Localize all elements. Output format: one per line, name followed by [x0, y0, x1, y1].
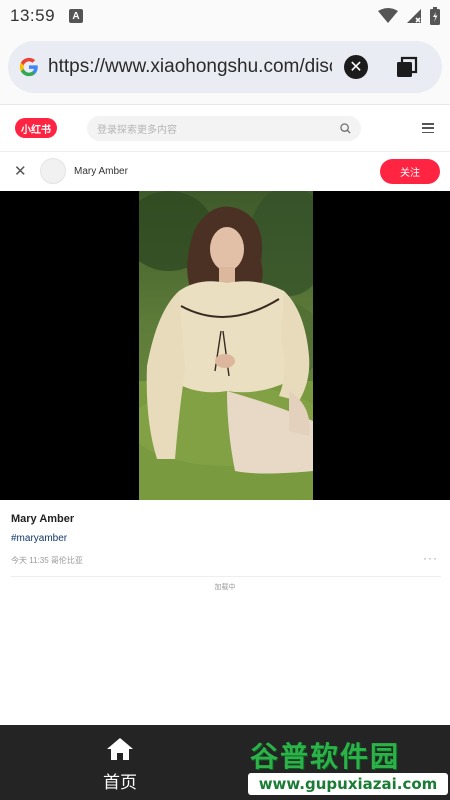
search-icon[interactable] — [340, 122, 351, 134]
post-meta: 今天 11:35 哥伦比亚 — [11, 556, 83, 565]
url-bar[interactable]: https://www.xiaohongshu.com/discovery/it… — [8, 41, 442, 93]
wifi-icon — [378, 8, 398, 23]
media-viewer[interactable] — [0, 191, 450, 500]
search-placeholder[interactable]: 登录探索更多内容 — [97, 121, 340, 136]
clear-url-button[interactable]: ✕ — [344, 55, 368, 79]
search-box[interactable]: 登录探索更多内容 — [87, 115, 361, 141]
close-icon[interactable]: ✕ — [14, 162, 28, 180]
nav-home-label: 首页 — [103, 773, 137, 792]
watermark-logo: 谷普软件园 www.gupuxiazai.com — [246, 735, 450, 797]
home-icon — [107, 738, 133, 760]
google-logo-icon — [19, 57, 38, 77]
url-text[interactable]: https://www.xiaohongshu.com/discovery/it… — [48, 56, 332, 78]
author-bar: ✕ Mary Amber 关注 — [0, 152, 450, 190]
more-options-icon[interactable]: ··· — [423, 551, 438, 565]
status-bar: 13:59 A — [0, 0, 450, 32]
post-info: Mary Amber #maryamber 今天 11:35 哥伦比亚 ··· … — [0, 500, 450, 725]
loading-text: 加载中 — [214, 584, 236, 591]
watermark-url: www.gupuxiazai.com — [248, 773, 448, 795]
post-title: Mary Amber — [11, 513, 75, 525]
cell-signal-icon — [407, 9, 421, 23]
post-photo[interactable] — [139, 191, 313, 500]
watermark-title: 谷普软件园 — [250, 740, 401, 773]
author-name[interactable]: Mary Amber — [74, 166, 128, 177]
status-time: 13:59 — [10, 6, 56, 25]
avatar[interactable] — [40, 158, 66, 184]
site-header: 小红书 登录探索更多内容 — [0, 104, 450, 152]
menu-icon[interactable] — [422, 123, 434, 133]
xiaohongshu-logo[interactable]: 小红书 — [15, 118, 57, 138]
follow-button[interactable]: 关注 — [380, 158, 440, 184]
tab-switcher-icon[interactable] — [394, 54, 420, 80]
post-photo-image — [139, 191, 313, 500]
browser-toolbar: https://www.xiaohongshu.com/discovery/it… — [0, 32, 450, 104]
nav-home-button[interactable]: 首页 — [96, 737, 144, 793]
battery-icon — [430, 7, 440, 25]
bottom-nav: 首页 谷普软件园 www.gupuxiazai.com — [0, 725, 450, 800]
status-icons — [378, 7, 440, 25]
post-hashtag-link[interactable]: #maryamber — [11, 533, 67, 544]
divider — [11, 576, 441, 577]
notification-a-icon: A — [69, 9, 84, 23]
